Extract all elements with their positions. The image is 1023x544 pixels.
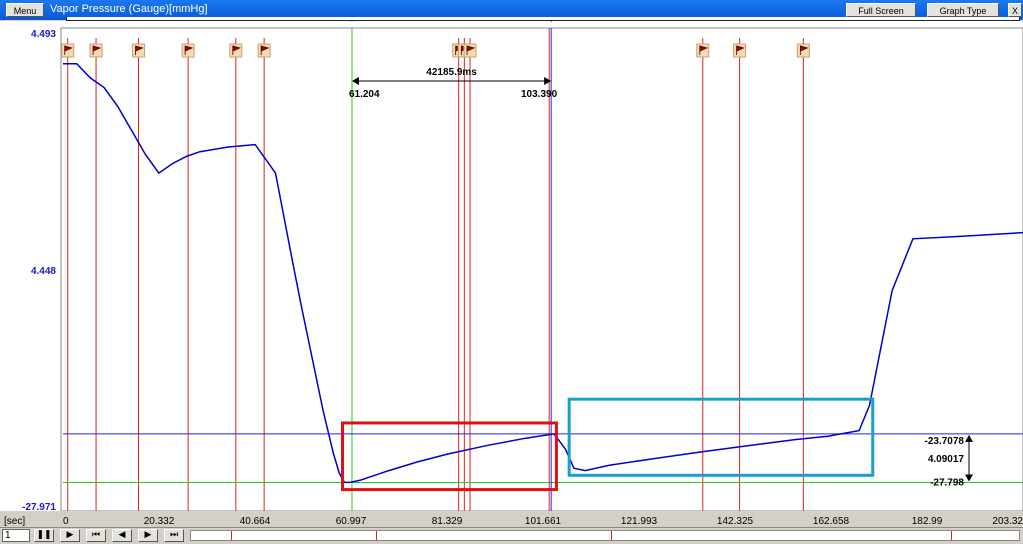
- event-flag-icon: [89, 43, 103, 58]
- speed-spinner[interactable]: 1: [2, 529, 30, 542]
- event-flag-icon: [181, 43, 195, 58]
- cursor-value-delta: 4.09017: [928, 454, 965, 465]
- x-tick-label: 121.993: [621, 516, 658, 527]
- skip-end-button[interactable]: ⏭: [164, 529, 184, 542]
- x-tick-label: 142.325: [717, 516, 754, 527]
- plot-area: [0, 21, 1023, 527]
- full-screen-button[interactable]: Full Screen: [846, 3, 916, 17]
- event-flag-icon: [463, 43, 477, 58]
- step-forward-button[interactable]: ▶: [138, 529, 158, 542]
- close-button[interactable]: X: [1008, 3, 1022, 17]
- event-flag-icon: [796, 43, 810, 58]
- cursor-right-label: 103.390: [521, 89, 558, 100]
- x-tick-label: 0: [63, 516, 69, 527]
- event-flag-icon: [61, 43, 75, 58]
- cursor-left-label: 61.204: [349, 89, 380, 100]
- line-chart: [sec] 4.493 4.448 -27.971 0 20.332 40.664 60.99…: [0, 21, 1023, 527]
- x-tick-label: 203.32: [992, 516, 1023, 527]
- event-flag-icon: [257, 43, 271, 58]
- cursor-value-bottom: -27.798: [930, 477, 964, 488]
- y-tick-label: 4.493: [31, 29, 56, 40]
- event-flag-icon: [696, 43, 710, 58]
- scrubber-event-tick: [611, 531, 612, 540]
- scrubber-event-tick: [951, 531, 952, 540]
- playback-bar: 1 ❚❚ ▶ ⏮ ◀ ▶ ⏭: [0, 527, 1023, 544]
- x-tick-label: 101.661: [525, 516, 562, 527]
- x-tick-label: 162.658: [813, 516, 850, 527]
- x-tick-label: 81.329: [432, 516, 463, 527]
- timeline-scrubber[interactable]: [190, 530, 1020, 541]
- x-axis-unit: [sec]: [4, 516, 25, 527]
- play-button[interactable]: ▶: [60, 529, 80, 542]
- y-tick-label: -27.971: [22, 502, 56, 513]
- cursor-value-top: -23.7078: [925, 436, 965, 447]
- pause-button[interactable]: ❚❚: [34, 529, 54, 542]
- step-back-button[interactable]: ◀: [112, 529, 132, 542]
- menu-button[interactable]: Menu: [6, 3, 44, 17]
- x-tick-label: 20.332: [144, 516, 175, 527]
- skip-start-button[interactable]: ⏮: [86, 529, 106, 542]
- x-tick-label: 40.664: [240, 516, 271, 527]
- window-title: Vapor Pressure (Gauge)[mmHg]: [50, 3, 208, 15]
- event-flag-icon: [132, 43, 146, 58]
- graph-type-button[interactable]: Graph Type: [927, 3, 999, 17]
- scrubber-event-tick: [376, 531, 377, 540]
- delta-time-label: 42185.9ms: [426, 67, 477, 78]
- scrubber-event-tick: [231, 531, 232, 540]
- x-tick-label: 182.99: [912, 516, 943, 527]
- event-flag-icon: [733, 43, 747, 58]
- y-tick-label: 4.448: [31, 266, 56, 277]
- x-tick-label: 60.997: [336, 516, 367, 527]
- event-flag-icon: [229, 43, 243, 58]
